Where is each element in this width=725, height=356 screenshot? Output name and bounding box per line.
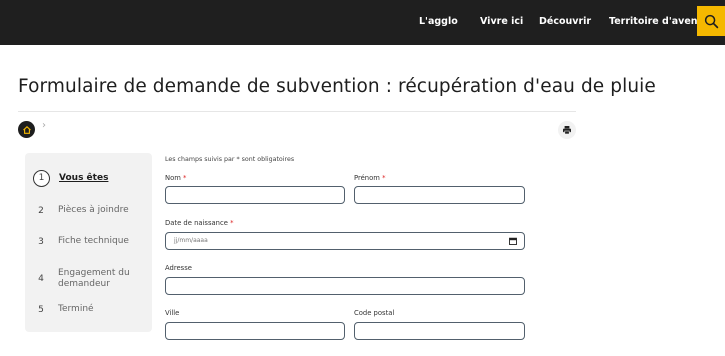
step-vous-etes[interactable]: 1 Vous êtes [33, 170, 108, 187]
breadcrumb-separator: › [42, 120, 46, 131]
top-navigation-bar: L'agglo Vivre ici Découvrir Territoire d… [0, 0, 725, 45]
required-marker: * [230, 219, 234, 227]
nom-input[interactable] [165, 186, 345, 204]
nom-label: Nom * [165, 174, 186, 182]
step-label: Fiche technique [58, 236, 129, 246]
prenom-input[interactable] [354, 186, 525, 204]
nav-item-decouvrir[interactable]: Découvrir [539, 16, 591, 27]
step-label: Engagement du demandeur [58, 268, 130, 289]
date-naissance-label-text: Date de naissance [165, 219, 228, 227]
form-steps-panel: 1 Vous êtes 2 Pièces à joindre 3 Fiche t… [25, 153, 152, 332]
ville-label: Ville [165, 309, 180, 317]
step-termine[interactable]: 5 Terminé [33, 302, 94, 318]
step-pieces-a-joindre[interactable]: 2 Pièces à joindre [33, 203, 129, 219]
step-label: Pièces à joindre [58, 205, 129, 215]
step-number: 2 [38, 206, 44, 216]
step-label: Terminé [58, 304, 94, 314]
step-number: 5 [38, 305, 44, 315]
date-naissance-input[interactable]: jj/mm/aaaa [165, 232, 525, 250]
required-marker: * [382, 174, 386, 182]
nav-item-agglo[interactable]: L'agglo [419, 16, 458, 27]
step-number: 3 [38, 237, 44, 247]
date-placeholder: jj/mm/aaaa [174, 237, 208, 244]
step-label: Vous êtes [59, 173, 109, 183]
step-number: 1 [33, 170, 50, 187]
step-number: 4 [38, 274, 44, 284]
print-icon [563, 126, 571, 135]
nom-label-text: Nom [165, 174, 181, 182]
step-fiche-technique[interactable]: 3 Fiche technique [33, 234, 129, 250]
required-marker: * [183, 174, 187, 182]
required-fields-note: Les champs suivis par * sont obligatoire… [165, 156, 295, 163]
nav-item-vivre-ici[interactable]: Vivre ici [480, 16, 523, 27]
search-button[interactable] [697, 6, 725, 36]
ville-input[interactable] [165, 322, 345, 340]
date-naissance-label: Date de naissance * [165, 219, 233, 227]
step-engagement-du-demandeur[interactable]: 4 Engagement du demandeur [33, 266, 143, 290]
nav-item-territoire-avenir[interactable]: Territoire d'avenir [609, 16, 706, 27]
breadcrumb-home-link[interactable] [18, 121, 35, 138]
adresse-input[interactable] [165, 277, 525, 295]
search-icon [704, 14, 718, 28]
adresse-label: Adresse [165, 264, 192, 272]
home-icon [22, 125, 31, 134]
calendar-icon[interactable] [509, 237, 517, 245]
page-title: Formulaire de demande de subvention : ré… [18, 76, 656, 97]
prenom-label-text: Prénom [354, 174, 380, 182]
print-button[interactable] [558, 121, 576, 139]
title-divider [18, 111, 576, 112]
code-postal-input[interactable] [354, 322, 525, 340]
code-postal-label: Code postal [354, 309, 395, 317]
prenom-label: Prénom * [354, 174, 385, 182]
